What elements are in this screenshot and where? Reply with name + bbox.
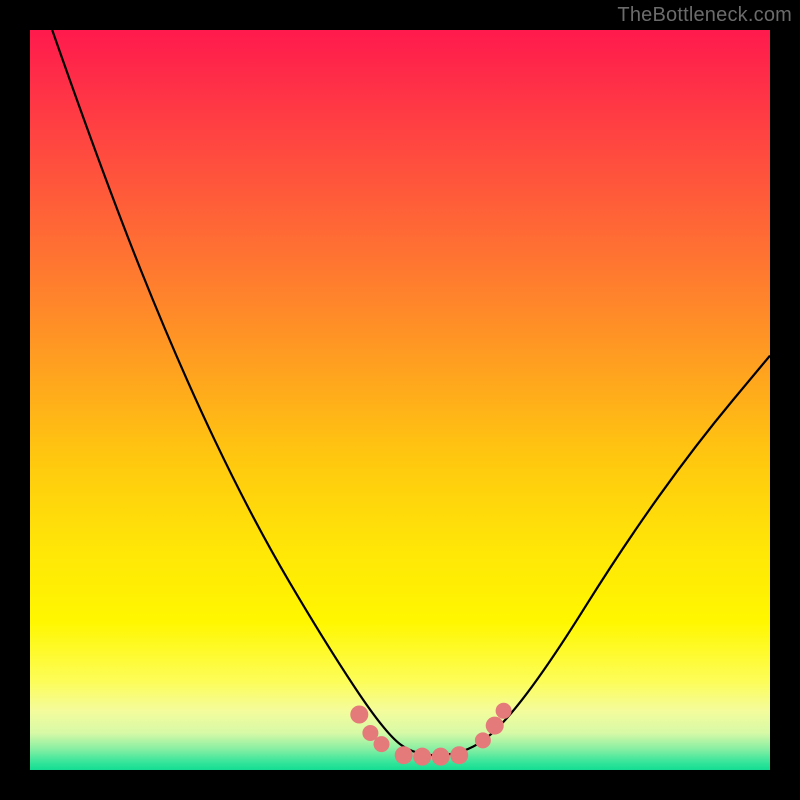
- data-marker: [496, 703, 512, 719]
- data-marker: [486, 717, 504, 735]
- data-marker: [432, 748, 450, 766]
- bottleneck-curve: [30, 30, 770, 770]
- data-marker: [374, 736, 390, 752]
- series-line: [52, 30, 770, 755]
- data-marker: [450, 746, 468, 764]
- chart-frame: TheBottleneck.com: [0, 0, 800, 800]
- data-marker: [475, 732, 491, 748]
- data-marker: [350, 706, 368, 724]
- watermark-text: TheBottleneck.com: [617, 4, 792, 27]
- plot-area: [30, 30, 770, 770]
- data-marker: [395, 746, 413, 764]
- data-marker: [413, 748, 431, 766]
